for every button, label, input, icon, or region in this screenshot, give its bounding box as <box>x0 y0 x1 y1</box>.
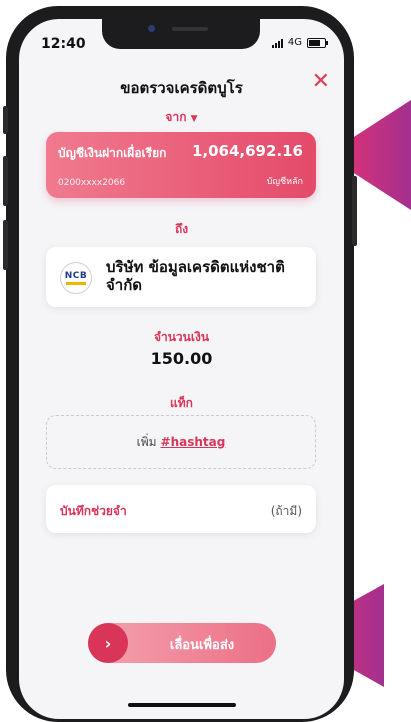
close-icon[interactable]: ✕ <box>312 71 330 93</box>
add-hashtag-prefix: เพิ่ม <box>136 434 157 449</box>
notch <box>102 19 260 49</box>
app-screen: 12:40 4G ขอตรวจเครดิตบูโร ✕ จาก ▼ บัญชีเ… <box>19 19 344 719</box>
volume-down-button <box>3 220 8 270</box>
memo-label: บันทึกช่วยจำ <box>60 504 127 518</box>
mute-switch <box>3 106 8 134</box>
page-title: ขอตรวจเครดิตบูโร <box>120 79 243 97</box>
account-name: บัญชีเงินฝากเผื่อเรียก <box>58 146 167 160</box>
to-label: ถึง <box>174 222 189 236</box>
from-label-row[interactable]: จาก ▼ <box>19 108 344 127</box>
account-balance: 1,064,692.16 <box>191 142 303 160</box>
hashtag-link: #hashtag <box>160 435 226 449</box>
chevron-right-icon[interactable]: › <box>88 623 128 663</box>
account-number: 0200xxxx2066 <box>58 178 126 188</box>
ncb-logo: NCB <box>60 262 92 294</box>
ncb-logo-text: NCB <box>64 271 88 281</box>
signal-icon <box>271 38 283 48</box>
slide-to-send-button[interactable]: › เลื่อนเพื่อส่ง <box>88 623 276 663</box>
volume-up-button <box>3 156 8 206</box>
phone-frame: 12:40 4G ขอตรวจเครดิตบูโร ✕ จาก ▼ บัญชีเ… <box>3 6 357 722</box>
amount-value: 150.00 <box>150 349 213 368</box>
network-type: 4G <box>287 37 302 48</box>
memo-optional-hint: (ถ้ามี) <box>270 504 302 518</box>
battery-icon <box>307 37 328 48</box>
add-hashtag-button[interactable]: เพิ่ม #hashtag <box>46 415 316 469</box>
source-account-card[interactable]: บัญชีเงินฝากเผื่อเรียก 1,064,692.16 0200… <box>46 132 316 198</box>
from-label: จาก <box>165 110 187 124</box>
speaker-grille <box>172 27 208 31</box>
slide-to-send-label: เลื่อนเพื่อส่ง <box>169 638 235 653</box>
recipient-card: NCB บริษัท ข้อมูลเครดิตแห่งชาติ จำกัด <box>46 247 316 307</box>
power-button <box>352 176 357 246</box>
account-tag: บัญชีหลัก <box>266 177 303 187</box>
amount-label: จำนวนเงิน <box>153 330 210 344</box>
tag-label: แท็ก <box>170 396 193 410</box>
camera-icon <box>148 25 155 32</box>
status-time: 12:40 <box>41 36 86 52</box>
caret-down-icon: ▼ <box>190 114 198 124</box>
status-indicators: 4G <box>271 37 328 48</box>
memo-field[interactable]: บันทึกช่วยจำ (ถ้ามี) <box>46 485 316 533</box>
home-indicator <box>128 703 236 707</box>
recipient-name: บริษัท ข้อมูลเครดิตแห่งชาติ จำกัด <box>106 258 285 294</box>
